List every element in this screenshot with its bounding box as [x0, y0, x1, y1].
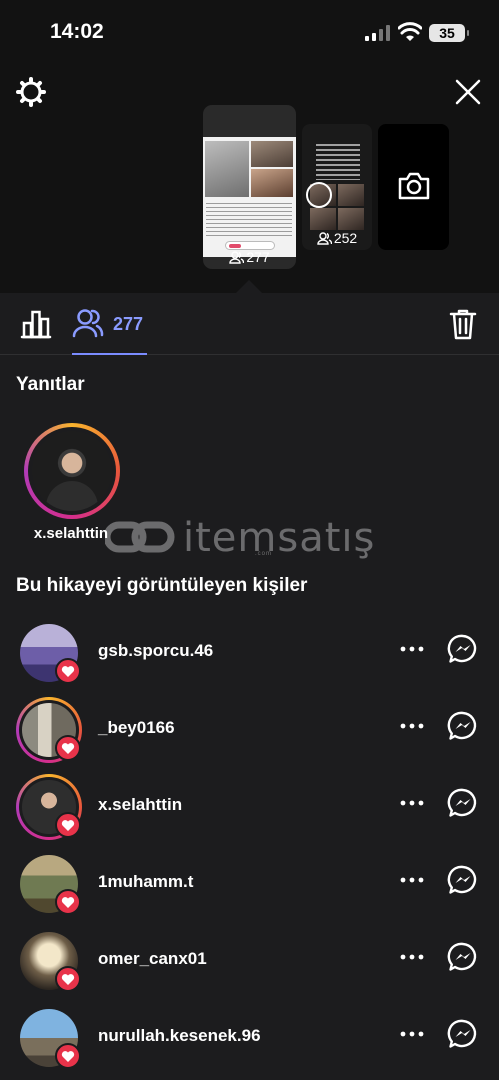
watermark-logo-icon	[103, 521, 175, 553]
heart-badge	[55, 735, 81, 761]
cellular-signal-icon	[365, 25, 390, 41]
viewer-username[interactable]: x.selahttin	[98, 795, 182, 815]
wifi-icon	[398, 22, 422, 41]
selected-story-pointer	[236, 280, 262, 293]
tab-viewers[interactable]: 277	[72, 293, 147, 355]
story-thumbnail-selected[interactable]: 277	[203, 105, 296, 269]
viewers-icon	[229, 251, 245, 264]
heart-badge	[55, 658, 81, 684]
more-options-icon[interactable]	[399, 1024, 425, 1044]
heart-badge	[55, 966, 81, 992]
story-viewer-count: 252	[302, 230, 372, 246]
battery-indicator: 35	[429, 24, 469, 42]
viewer-tabs: 277	[0, 293, 499, 355]
heart-icon	[61, 820, 75, 831]
messenger-icon[interactable]	[447, 864, 479, 896]
messenger-icon[interactable]	[447, 941, 479, 973]
more-options-icon[interactable]	[399, 870, 425, 890]
trash-icon[interactable]	[449, 308, 477, 340]
viewer-username[interactable]: 1muhamm.t	[98, 872, 193, 892]
list-item[interactable]: 1muhamm.t	[0, 842, 499, 919]
insights-chart-icon[interactable]	[20, 309, 52, 339]
messenger-icon[interactable]	[447, 1018, 479, 1050]
list-item[interactable]: x.selahttin	[0, 765, 499, 842]
heart-icon	[61, 666, 75, 677]
heart-icon	[61, 974, 75, 985]
close-icon[interactable]	[453, 77, 483, 107]
more-options-icon[interactable]	[399, 716, 425, 736]
more-options-icon[interactable]	[399, 639, 425, 659]
watermark: itemsatış .com	[103, 515, 395, 563]
more-options-icon[interactable]	[399, 793, 425, 813]
story-strip: 14:02 35 277 252	[0, 0, 499, 293]
viewer-username[interactable]: nurullah.kesenek.96	[98, 1026, 261, 1046]
viewer-username[interactable]: _bey0166	[98, 718, 175, 738]
list-item[interactable]: omer_canx01	[0, 919, 499, 996]
viewers-icon	[317, 232, 333, 245]
list-item[interactable]: nurullah.kesenek.96	[0, 996, 499, 1073]
replies-title: Yanıtlar	[16, 374, 85, 395]
story-viewer-count: 277	[203, 249, 296, 265]
list-item[interactable]: _bey0166	[0, 688, 499, 765]
heart-badge	[55, 889, 81, 915]
avatar	[32, 431, 112, 511]
heart-icon	[61, 743, 75, 754]
story-preview-image	[203, 137, 296, 257]
camera-icon	[398, 172, 430, 200]
story-thumbnail[interactable]: 252	[302, 124, 372, 250]
list-item[interactable]: gsb.sporcu.46	[0, 611, 499, 688]
messenger-icon[interactable]	[447, 787, 479, 819]
add-story-button[interactable]	[378, 124, 449, 250]
tab-viewers-count: 277	[113, 314, 144, 334]
more-options-icon[interactable]	[399, 947, 425, 967]
heart-icon	[61, 1051, 75, 1062]
status-time: 14:02	[50, 20, 104, 43]
viewers-icon	[72, 309, 104, 338]
heart-icon	[61, 897, 75, 908]
viewer-username[interactable]: omer_canx01	[98, 949, 207, 969]
messenger-icon[interactable]	[447, 633, 479, 665]
viewer-username[interactable]: gsb.sporcu.46	[98, 641, 213, 661]
heart-badge	[55, 1043, 81, 1069]
settings-gear-icon[interactable]	[15, 76, 47, 108]
reply-avatar[interactable]	[24, 423, 120, 519]
messenger-icon[interactable]	[447, 710, 479, 742]
viewers-title: Bu hikayeyi görüntüleyen kişiler	[16, 575, 308, 596]
heart-badge	[55, 812, 81, 838]
